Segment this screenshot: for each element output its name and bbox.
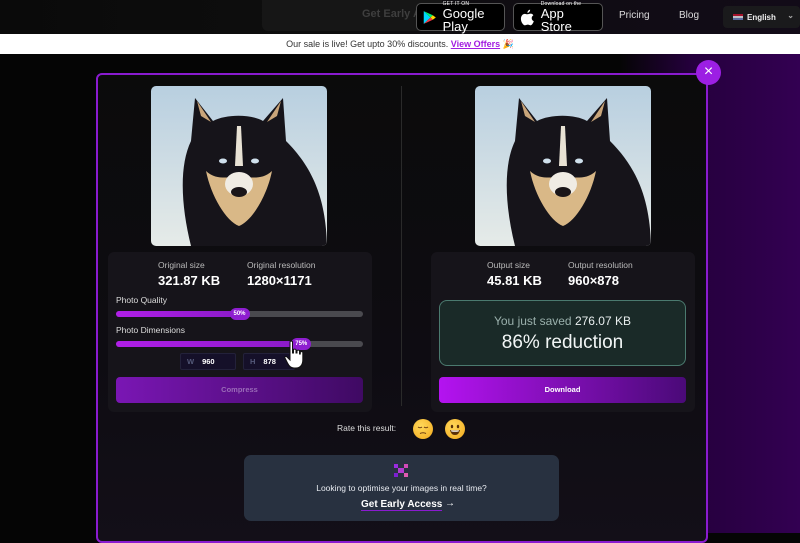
arrow-right-icon: → [445, 498, 455, 509]
apple-icon [520, 9, 534, 25]
hand-pointer-cursor-icon [284, 340, 304, 369]
original-settings-panel: Original size 321.87 KB Original resolut… [108, 252, 372, 412]
output-size-label: Output size [487, 260, 530, 270]
sad-face-icon [417, 426, 429, 434]
uk-flag-icon [733, 14, 743, 20]
height-value: 878 [263, 357, 276, 366]
original-resolution-value: 1280×1171 [247, 273, 312, 288]
original-size-value: 321.87 KB [158, 273, 221, 288]
google-play-icon [423, 10, 436, 24]
grinning-face-icon [450, 424, 460, 435]
output-image-preview [475, 86, 651, 246]
photo-dimensions-label: Photo Dimensions [116, 325, 185, 335]
original-size-label: Original size [158, 260, 205, 270]
get-early-access-link[interactable]: Get Early Access [361, 499, 443, 511]
nav-blog-link[interactable]: Blog [679, 10, 699, 21]
original-resolution-label: Original resolution [247, 260, 316, 270]
app-store-big-text: App Store [540, 6, 572, 34]
saved-amount-text: You just saved 276.07 KB [440, 314, 685, 328]
sale-text: Our sale is live! Get upto 30% discounts… [286, 39, 449, 49]
nav-pricing-link[interactable]: Pricing [619, 10, 650, 21]
photo-dimensions-slider[interactable]: 75% [116, 338, 363, 350]
close-modal-button[interactable]: × [696, 60, 721, 85]
get-early-access-top-button[interactable]: Get Early Access [262, 0, 442, 31]
top-navbar: Get Early Access GET IT ON Google Play D… [0, 0, 800, 34]
language-label: English [747, 12, 776, 22]
app-store-button[interactable]: Download on the App Store [513, 1, 603, 34]
width-key: W [187, 357, 195, 366]
early-access-prompt: Looking to optimise your images in real … [316, 483, 487, 493]
sale-banner: Our sale is live! Get upto 30% discounts… [0, 34, 800, 54]
width-input[interactable]: W 960 [180, 353, 236, 370]
saved-value: 276.07 KB [574, 314, 631, 328]
brand-logo-icon [394, 464, 408, 477]
saved-prefix: You just saved [493, 314, 572, 328]
chevron-down-icon: ⌄ [787, 11, 794, 20]
early-access-card: Looking to optimise your images in real … [244, 455, 559, 521]
language-select[interactable]: English ⌄ [723, 6, 800, 28]
google-play-button[interactable]: GET IT ON Google Play [416, 1, 505, 34]
download-button[interactable]: Download [439, 377, 686, 403]
output-resolution-value: 960×878 [568, 273, 619, 288]
rate-result-label: Rate this result: [337, 423, 397, 433]
savings-summary: You just saved 276.07 KB 86% reduction [439, 300, 686, 366]
photo-quality-fill [116, 311, 240, 317]
column-divider [401, 86, 402, 406]
output-resolution-label: Output resolution [568, 260, 633, 270]
original-image-preview [151, 86, 327, 246]
compress-button[interactable]: Compress [116, 377, 363, 403]
output-size-value: 45.81 KB [487, 273, 542, 288]
google-play-big-text: Google Play [442, 6, 485, 34]
photo-quality-thumb[interactable]: 50% [229, 308, 250, 320]
rate-happy-button[interactable] [445, 419, 465, 439]
output-results-panel: Output size 45.81 KB Output resolution 9… [431, 252, 695, 412]
height-key: H [250, 357, 256, 366]
party-popper-icon: 🎉 [502, 39, 514, 49]
photo-dimensions-fill [116, 341, 302, 347]
reduction-percent: 86% reduction [501, 332, 624, 353]
close-icon: × [703, 63, 714, 80]
width-value: 960 [202, 357, 215, 366]
photo-quality-slider[interactable]: 50% [116, 308, 363, 320]
view-offers-link[interactable]: View Offers [451, 39, 500, 49]
rate-sad-button[interactable] [413, 419, 433, 439]
photo-quality-label: Photo Quality [116, 295, 168, 305]
